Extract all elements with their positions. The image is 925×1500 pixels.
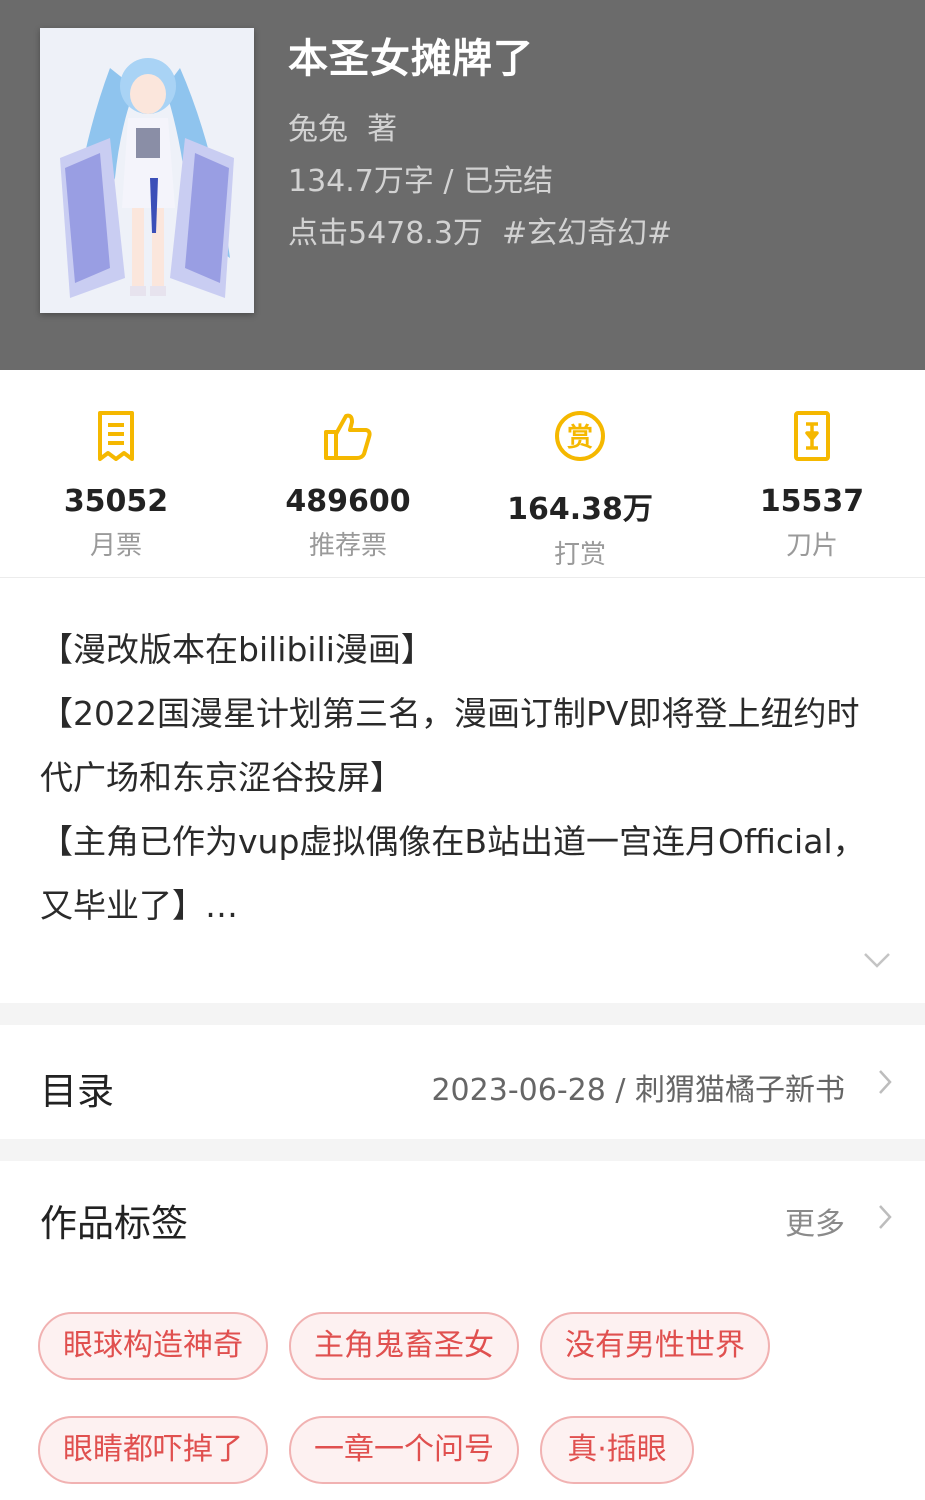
- catalog-row[interactable]: 目录 2023-06-28 / 刺猬猫橘子新书: [0, 1025, 925, 1139]
- stat-monthly-ticket[interactable]: 35052 月票: [0, 406, 232, 562]
- chevron-down-icon[interactable]: [862, 950, 892, 970]
- stat-value: 489600: [285, 484, 411, 519]
- description-line: 【2022国漫星计划第三名，漫画订制PV即将登上纽约时: [40, 694, 860, 733]
- stat-value: 35052: [63, 484, 169, 519]
- stat-label: 推荐票: [308, 531, 387, 561]
- tag-chip[interactable]: 主角鬼畜圣女: [289, 1312, 519, 1380]
- catalog-latest-update: 2023-06-28 / 刺猬猫橘子新书: [431, 1073, 845, 1108]
- cover-illustration: [40, 28, 254, 313]
- chevron-right-icon: [879, 1070, 892, 1094]
- tags-more-button[interactable]: 更多: [785, 1199, 845, 1243]
- tag-chip[interactable]: 真·插眼: [540, 1416, 694, 1484]
- tags-title: 作品标签: [40, 1202, 188, 1245]
- stat-recommend-ticket[interactable]: 489600 推荐票: [232, 406, 464, 562]
- tag-chip[interactable]: 一章一个问号: [289, 1416, 519, 1484]
- description-line: 代广场和东京涩谷投屏】: [40, 758, 403, 797]
- description-line: 又毕业了】…: [40, 886, 238, 925]
- stat-reward[interactable]: 赏 164.38万 打赏: [464, 406, 696, 571]
- monthly-ticket-icon: [98, 411, 134, 461]
- stat-label: 刀片: [785, 531, 838, 561]
- chevron-right-icon[interactable]: [877, 1203, 893, 1231]
- tag-chip[interactable]: 眼睛都吓掉了: [38, 1416, 268, 1484]
- thumbs-up-icon: [324, 413, 372, 460]
- book-author[interactable]: 兔兔 著: [288, 104, 397, 148]
- book-header: 本圣女摊牌了 兔兔 著 134.7万字 / 已完结 点击5478.3万 #玄幻奇…: [0, 0, 925, 370]
- tag-chip[interactable]: 眼球构造神奇: [38, 1312, 268, 1380]
- catalog-title: 目录: [40, 1070, 114, 1113]
- stats-bar: 35052 月票 489600 推荐票 赏 164.38万 打赏 15537 刀…: [0, 370, 925, 578]
- reward-coin-icon: 赏: [555, 411, 605, 461]
- svg-text:赏: 赏: [567, 423, 593, 453]
- stat-value: 164.38万: [507, 492, 653, 527]
- tag-chip[interactable]: 没有男性世界: [540, 1312, 770, 1380]
- blade-icon: [794, 411, 830, 461]
- stat-blade[interactable]: 15537 刀片: [696, 406, 925, 562]
- book-word-count-status: 134.7万字 / 已完结: [288, 164, 554, 199]
- section-divider: [0, 1139, 925, 1161]
- stat-label: 打赏: [553, 540, 606, 570]
- stat-label: 月票: [89, 531, 142, 561]
- book-description[interactable]: 【漫改版本在bilibili漫画】 【2022国漫星计划第三名，漫画订制PV即将…: [40, 618, 890, 938]
- book-cover-image[interactable]: [40, 28, 254, 313]
- book-title: 本圣女摊牌了: [288, 36, 534, 82]
- book-clicks-genre: 点击5478.3万 #玄幻奇幻#: [288, 216, 673, 251]
- description-line: 【漫改版本在bilibili漫画】: [40, 630, 434, 669]
- description-line: 【主角已作为vup虚拟偶像在B站出道一宫连月Official，: [40, 822, 866, 861]
- stat-value: 15537: [759, 484, 865, 519]
- section-divider: [0, 1003, 925, 1025]
- tags-header: 作品标签 更多: [0, 1161, 925, 1271]
